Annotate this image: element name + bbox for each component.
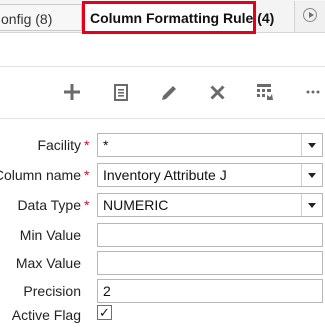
max-value-label: Max Value [15, 255, 81, 271]
column-name-required-mark: * [84, 167, 90, 183]
precision-input[interactable]: 2 [97, 279, 323, 303]
data-type-row: Data Type * NUMERIC [0, 193, 325, 217]
column-name-select[interactable]: Inventory Attribute J [97, 163, 323, 187]
facility-row: Facility * * [0, 133, 325, 157]
column-name-label: Column name [0, 167, 81, 183]
add-icon [64, 84, 80, 100]
chevron-down-icon[interactable] [301, 164, 322, 186]
tab-bar: onfig (8) Column Formatting Rule (4) [0, 0, 325, 34]
precision-value: 2 [103, 283, 111, 299]
column-name-value: Inventory Attribute J [103, 167, 227, 183]
grid-config-button[interactable] [252, 79, 278, 105]
facility-label: Facility [37, 137, 81, 153]
active-flag-checkbox[interactable]: ✓ [97, 305, 112, 320]
more-button[interactable] [300, 79, 325, 105]
add-button[interactable] [59, 79, 85, 105]
data-type-required-mark: * [84, 197, 90, 213]
data-type-value: NUMERIC [103, 197, 169, 213]
delete-icon [209, 84, 225, 100]
active-flag-label: Active Flag [11, 307, 81, 323]
tab-previous[interactable]: onfig (8) [0, 4, 82, 31]
edit-icon [161, 85, 176, 100]
data-type-label: Data Type [17, 197, 81, 213]
precision-label: Precision [23, 283, 81, 299]
tab-scroll-right-button[interactable] [294, 1, 325, 32]
min-value-row: Min Value [0, 223, 325, 247]
precision-row: Precision 2 [0, 279, 325, 303]
delete-button[interactable] [204, 79, 230, 105]
facility-value: * [103, 137, 109, 153]
facility-select[interactable]: * [97, 133, 323, 157]
active-flag-row: Active Flag ✓ [0, 303, 325, 327]
facility-required-mark: * [84, 137, 90, 153]
chevron-down-icon[interactable] [301, 194, 322, 216]
more-icon [306, 90, 320, 94]
column-name-row: Column name * Inventory Attribute J [0, 163, 325, 187]
data-type-select[interactable]: NUMERIC [97, 193, 323, 217]
document-icon [114, 83, 128, 101]
toolbar [0, 66, 325, 119]
max-value-row: Max Value [0, 251, 325, 275]
edit-button[interactable] [156, 79, 182, 105]
min-value-label: Min Value [19, 227, 81, 243]
play-circle-icon [303, 8, 317, 22]
min-value-input[interactable] [97, 223, 323, 247]
tab-active-label: Column Formatting Rule (4) [90, 10, 275, 26]
tab-column-formatting-rule[interactable]: Column Formatting Rule (4) [82, 1, 274, 34]
grid-config-icon [257, 84, 273, 100]
chevron-down-icon[interactable] [301, 134, 322, 156]
max-value-input[interactable] [97, 251, 323, 275]
detail-button[interactable] [108, 79, 134, 105]
tab-previous-label: onfig (8) [1, 11, 53, 27]
